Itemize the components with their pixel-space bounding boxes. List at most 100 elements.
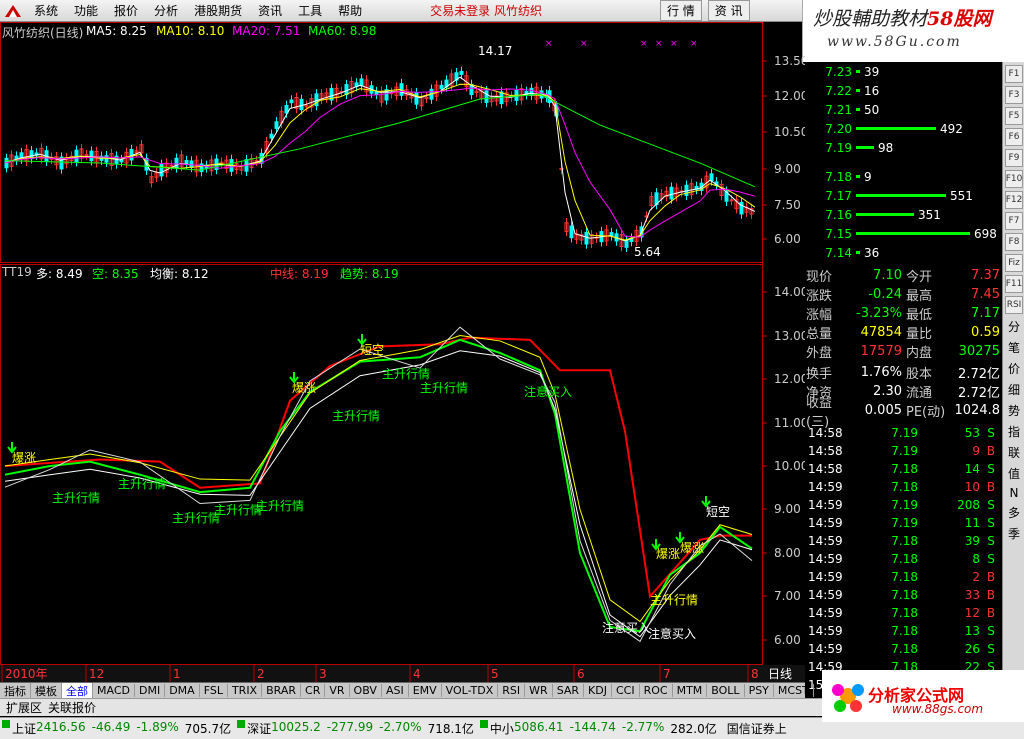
chart-canvas[interactable]: 13.50 12.00 10.50 9.00 7.50 6.00 14.00 13.00 12.…: [0, 22, 808, 682]
indicator-tab-brar[interactable]: BRAR: [262, 684, 302, 697]
stat-value: 7.10: [873, 268, 902, 283]
tick-list[interactable]: 14:58 7.19 53 S 14:58 7.19 9 B 14:58 7.18 14 S 14:59…: [806, 424, 1002, 694]
indicator-tab-psy[interactable]: PSY: [745, 684, 774, 697]
menu-news[interactable]: 资讯: [250, 2, 290, 19]
toolbar-tab[interactable]: 联: [1005, 444, 1023, 461]
indicator-tab-dmi[interactable]: DMI: [135, 684, 166, 697]
extension-area-tab[interactable]: 扩展区: [6, 699, 42, 716]
tick-row[interactable]: 14:59 7.18 26 S: [806, 640, 1002, 658]
x-axis-label: 4: [413, 667, 421, 681]
toolbar-button-f8[interactable]: F8: [1005, 233, 1023, 251]
indicator-tab-cr[interactable]: CR: [301, 684, 326, 697]
indicator-tab-mcst[interactable]: MCST: [774, 684, 814, 697]
index-name: 深证: [247, 722, 272, 736]
menu-system[interactable]: 系统: [26, 2, 66, 19]
tick-row[interactable]: 14:59 7.18 39 S: [806, 532, 1002, 550]
indicator-tab-dma[interactable]: DMA: [165, 684, 200, 697]
menu-hk-futures[interactable]: 港股期货: [186, 2, 250, 19]
order-book-row[interactable]: 7.21 50: [806, 100, 1002, 119]
stat-value: -3.23%: [856, 306, 902, 321]
indicator-tab-kdj[interactable]: KDJ: [584, 684, 612, 697]
toolbar-tab[interactable]: 季: [1005, 525, 1023, 542]
indicator-tab-macd[interactable]: MACD: [93, 684, 135, 697]
index-name: 中小: [489, 722, 514, 736]
period-label[interactable]: 日线: [768, 667, 792, 681]
tick-row[interactable]: 14:59 7.19 11 S: [806, 514, 1002, 532]
candle-body: [269, 133, 274, 139]
tab-news[interactable]: 资 讯: [707, 0, 750, 21]
toolbar-button-f9[interactable]: F9: [1005, 149, 1023, 167]
index-item[interactable]: 深证 10025.2 -277.99 -2.70% 718.1亿: [235, 720, 474, 737]
indicator-tab-obv[interactable]: OBV: [350, 684, 382, 697]
tick-row[interactable]: 14:58 7.18 14 S: [806, 460, 1002, 478]
toolbar-tab[interactable]: 势: [1005, 402, 1023, 419]
tick-row[interactable]: 14:59 7.18 13 S: [806, 622, 1002, 640]
toolbar-button-f11[interactable]: F11: [1005, 275, 1023, 293]
order-book-row[interactable]: 7.15 698: [806, 224, 1002, 243]
chart-area[interactable]: 13.50 12.00 10.50 9.00 7.50 6.00 14.00 13.00 12.…: [0, 22, 808, 682]
tick-row[interactable]: 14:59 7.18 8 S: [806, 550, 1002, 568]
tick-row[interactable]: 14:59 7.18 12 B: [806, 604, 1002, 622]
order-book-row[interactable]: 7.23 39: [806, 62, 1002, 81]
tab-quote[interactable]: 行 情: [659, 0, 702, 21]
toolbar-button-f3[interactable]: F3: [1005, 86, 1023, 104]
menu-function[interactable]: 功能: [66, 2, 106, 19]
toolbar-tab[interactable]: 分: [1005, 318, 1023, 335]
indicator-tab-trix[interactable]: TRIX: [228, 684, 263, 697]
toolbar-button-f6[interactable]: F6: [1005, 128, 1023, 146]
toolbar-button-f1[interactable]: F1: [1005, 65, 1023, 83]
tick-row[interactable]: 14:59 7.19 208 S: [806, 496, 1002, 514]
related-quote-tab[interactable]: 关联报价: [48, 699, 96, 716]
indicator-tab-全部[interactable]: 全部: [62, 682, 93, 699]
order-book-row[interactable]: 7.22 16: [806, 81, 1002, 100]
order-book-row[interactable]: 7.16 351: [806, 205, 1002, 224]
index-pct: -2.77%: [621, 720, 665, 734]
order-book-row[interactable]: 7.18 9: [806, 167, 1002, 186]
menu-analysis[interactable]: 分析: [146, 2, 186, 19]
indicator-tab-vol-tdx[interactable]: VOL-TDX: [442, 684, 499, 697]
indicator-tab-sar[interactable]: SAR: [553, 684, 585, 697]
order-book-row[interactable]: 7.20 492: [806, 119, 1002, 138]
toolbar-tab[interactable]: 价: [1005, 360, 1023, 377]
toolbar-tab[interactable]: N: [1005, 486, 1023, 500]
indicator-tab-asi[interactable]: ASI: [382, 684, 409, 697]
indicator-tab-指标[interactable]: 指标: [0, 682, 31, 699]
tick-row[interactable]: 14:59 7.18 33 B: [806, 586, 1002, 604]
order-book-row[interactable]: 7.14 36: [806, 243, 1002, 262]
toolbar-button-f12[interactable]: F12: [1005, 191, 1023, 209]
tick-row[interactable]: 14:59 7.18 10 B: [806, 478, 1002, 496]
indicator-tab-rsi[interactable]: RSI: [498, 684, 526, 697]
indicator-tab-emv[interactable]: EMV: [409, 684, 442, 697]
menu-help[interactable]: 帮助: [330, 2, 370, 19]
indicator-tab-模板[interactable]: 模板: [31, 682, 62, 699]
toolbar-tab[interactable]: 笔: [1005, 339, 1023, 356]
tick-row[interactable]: 14:59 7.18 2 B: [806, 568, 1002, 586]
order-book-row[interactable]: 7.17 551: [806, 186, 1002, 205]
toolbar-button-rsi[interactable]: RSI: [1005, 296, 1023, 314]
tick-row[interactable]: 14:58 7.19 53 S: [806, 424, 1002, 442]
indicator-tab-vr[interactable]: VR: [325, 684, 350, 697]
menu-quote[interactable]: 报价: [106, 2, 146, 19]
indicator-tab-boll[interactable]: BOLL: [707, 684, 745, 697]
candle-body: [669, 186, 674, 200]
index-item[interactable]: 中小 5086.41 -144.74 -2.77% 282.0亿: [478, 720, 717, 737]
toolbar-button-f5[interactable]: F5: [1005, 107, 1023, 125]
toolbar-button-fiz[interactable]: Fiz: [1005, 254, 1023, 272]
index-amount: 282.0亿: [670, 722, 717, 736]
indicator-tab-roc[interactable]: ROC: [640, 684, 673, 697]
toolbar-button-f7[interactable]: F7: [1005, 212, 1023, 230]
toolbar-tab[interactable]: 指: [1005, 423, 1023, 440]
toolbar-tab[interactable]: 值: [1005, 465, 1023, 482]
toolbar-tab[interactable]: 多: [1005, 504, 1023, 521]
indicator-tab-wr[interactable]: WR: [525, 684, 553, 697]
order-book-row[interactable]: 7.19 98: [806, 138, 1002, 157]
toolbar-tab[interactable]: 细: [1005, 381, 1023, 398]
indicator-tab-mtm[interactable]: MTM: [673, 684, 708, 697]
indicator-tab-cci[interactable]: CCI: [612, 684, 640, 697]
indicator-tab-fsl[interactable]: FSL: [200, 684, 228, 697]
tick-row[interactable]: 14:58 7.19 9 B: [806, 442, 1002, 460]
menu-tools[interactable]: 工具: [290, 2, 330, 19]
toolbar-button-f10[interactable]: F10: [1005, 170, 1023, 188]
index-item[interactable]: 上证 2416.56 -46.49 -1.89% 705.7亿: [0, 720, 231, 737]
tick-direction: B: [986, 588, 996, 602]
